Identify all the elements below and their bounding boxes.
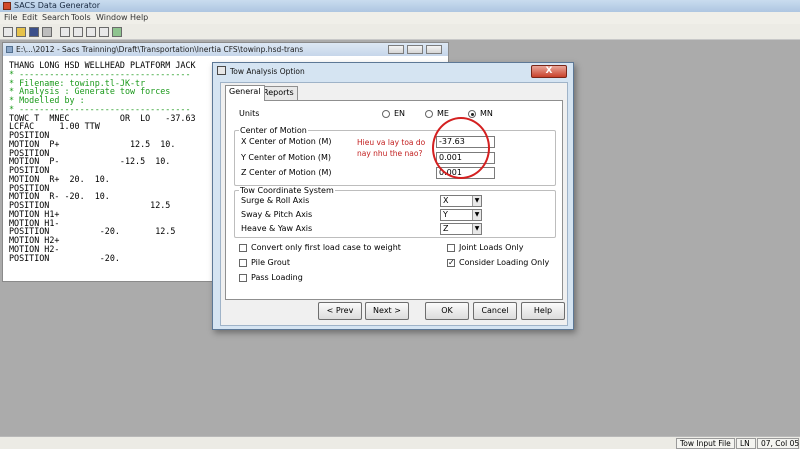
print-icon[interactable] xyxy=(42,27,52,37)
save-icon[interactable] xyxy=(29,27,39,37)
pile-grout-label: Pile Grout xyxy=(251,258,290,267)
units-mn-label: MN xyxy=(480,109,493,118)
menu-search[interactable]: Search xyxy=(42,13,69,22)
app-title-bar: SACS Data Generator xyxy=(0,0,800,12)
dialog-title: Tow Analysis Option xyxy=(230,67,305,76)
center-of-motion-title: Center of Motion xyxy=(239,126,308,135)
units-en-label: EN xyxy=(394,109,406,118)
menu-edit[interactable]: Edit xyxy=(22,13,38,22)
units-mn-radio[interactable] xyxy=(468,110,476,118)
new-file-icon[interactable] xyxy=(3,27,13,37)
tow-coordinate-group: Tow Coordinate System Surge & Roll Axis … xyxy=(234,186,556,238)
sway-pitch-select[interactable]: Y ▼ xyxy=(440,209,482,221)
cut-icon[interactable] xyxy=(60,27,70,37)
surge-roll-label: Surge & Roll Axis xyxy=(241,196,310,205)
status-position: 07, Col 05 xyxy=(757,438,799,449)
annotation-circle xyxy=(432,117,490,179)
heave-yaw-select[interactable]: Z ▼ xyxy=(440,223,482,235)
find-icon[interactable] xyxy=(99,27,109,37)
document-icon xyxy=(6,46,13,53)
editor-title: E:\...\2012 - Sacs Trainning\Draft\Trans… xyxy=(16,45,304,54)
prev-button[interactable]: < Prev xyxy=(318,302,362,320)
consider-loading-only-label: Consider Loading Only xyxy=(459,258,550,267)
heave-yaw-label: Heave & Yaw Axis xyxy=(241,224,313,233)
help-button[interactable]: Help xyxy=(521,302,565,320)
close-button[interactable] xyxy=(426,45,442,54)
surge-roll-select[interactable]: X ▼ xyxy=(440,195,482,207)
next-button[interactable]: Next > xyxy=(365,302,409,320)
menu-window[interactable]: Window xyxy=(96,13,128,22)
y-center-label: Y Center of Motion (M) xyxy=(241,153,331,162)
tow-analysis-dialog: Tow Analysis Option X General Reports Un… xyxy=(212,62,574,330)
paste-icon[interactable] xyxy=(86,27,96,37)
menu-bar: File Edit Search Tools Window Help xyxy=(0,12,800,24)
menu-file[interactable]: File xyxy=(4,13,17,22)
copy-icon[interactable] xyxy=(73,27,83,37)
chevron-down-icon: ▼ xyxy=(472,196,481,206)
convert-first-load-checkbox[interactable] xyxy=(239,244,247,252)
convert-first-load-label: Convert only first load case to weight xyxy=(251,243,401,252)
x-center-label: X Center of Motion (M) xyxy=(241,137,332,146)
status-file-type: Tow Input File xyxy=(676,438,735,449)
units-label: Units xyxy=(239,109,260,118)
edit-icon[interactable] xyxy=(112,27,122,37)
dialog-body: General Reports Units EN ME MN Center of… xyxy=(220,82,568,326)
annotation-line-1: Hieu va lay toa do xyxy=(357,138,426,147)
pile-grout-checkbox[interactable] xyxy=(239,259,247,267)
editor-title-bar: E:\...\2012 - Sacs Trainning\Draft\Trans… xyxy=(3,43,448,56)
cancel-button[interactable]: Cancel xyxy=(473,302,517,320)
units-me-radio[interactable] xyxy=(425,110,433,118)
joint-loads-only-checkbox[interactable] xyxy=(447,244,455,252)
general-panel: Units EN ME MN Center of Motion X Center… xyxy=(225,100,563,300)
editor-text-area[interactable]: THANG LONG HSD WELLHEAD PLATFORM JACK * -… xyxy=(9,61,196,262)
units-me-label: ME xyxy=(437,109,449,118)
consider-loading-only-checkbox[interactable] xyxy=(447,258,455,267)
open-icon[interactable] xyxy=(16,27,26,37)
joint-loads-only-label: Joint Loads Only xyxy=(459,243,524,252)
editor-line: POSITION -20. xyxy=(9,252,120,263)
app-logo-icon xyxy=(3,2,11,10)
menu-tools[interactable]: Tools xyxy=(71,13,91,22)
annotation-line-2: nay nhu the nao? xyxy=(357,149,423,158)
tab-general[interactable]: General xyxy=(225,85,265,101)
pass-loading-label: Pass Loading xyxy=(251,273,303,282)
units-en-radio[interactable] xyxy=(382,110,390,118)
chevron-down-icon: ▼ xyxy=(472,224,481,234)
chevron-down-icon: ▼ xyxy=(472,210,481,220)
dialog-icon xyxy=(217,66,226,75)
annotation-note: Hieu va lay toa do nay nhu the nao? xyxy=(357,137,425,159)
app-title: SACS Data Generator xyxy=(14,1,101,10)
maximize-button[interactable] xyxy=(407,45,423,54)
menu-help[interactable]: Help xyxy=(130,13,148,22)
heave-yaw-value: Z xyxy=(443,224,449,233)
ok-button[interactable]: OK xyxy=(425,302,469,320)
tow-coordinate-title: Tow Coordinate System xyxy=(239,186,335,195)
status-mode: LN xyxy=(736,438,756,449)
toolbar xyxy=(0,24,800,40)
dialog-close-button[interactable]: X xyxy=(531,65,567,78)
tab-reports[interactable]: Reports xyxy=(259,86,298,100)
status-bar: Tow Input File LN 07, Col 05 xyxy=(0,436,800,449)
z-center-label: Z Center of Motion (M) xyxy=(241,168,332,177)
sway-pitch-value: Y xyxy=(443,210,448,219)
sway-pitch-label: Sway & Pitch Axis xyxy=(241,210,313,219)
pass-loading-checkbox[interactable] xyxy=(239,274,247,282)
minimize-button[interactable] xyxy=(388,45,404,54)
surge-roll-value: X xyxy=(443,196,449,205)
dialog-title-bar: Tow Analysis Option X xyxy=(213,63,573,79)
